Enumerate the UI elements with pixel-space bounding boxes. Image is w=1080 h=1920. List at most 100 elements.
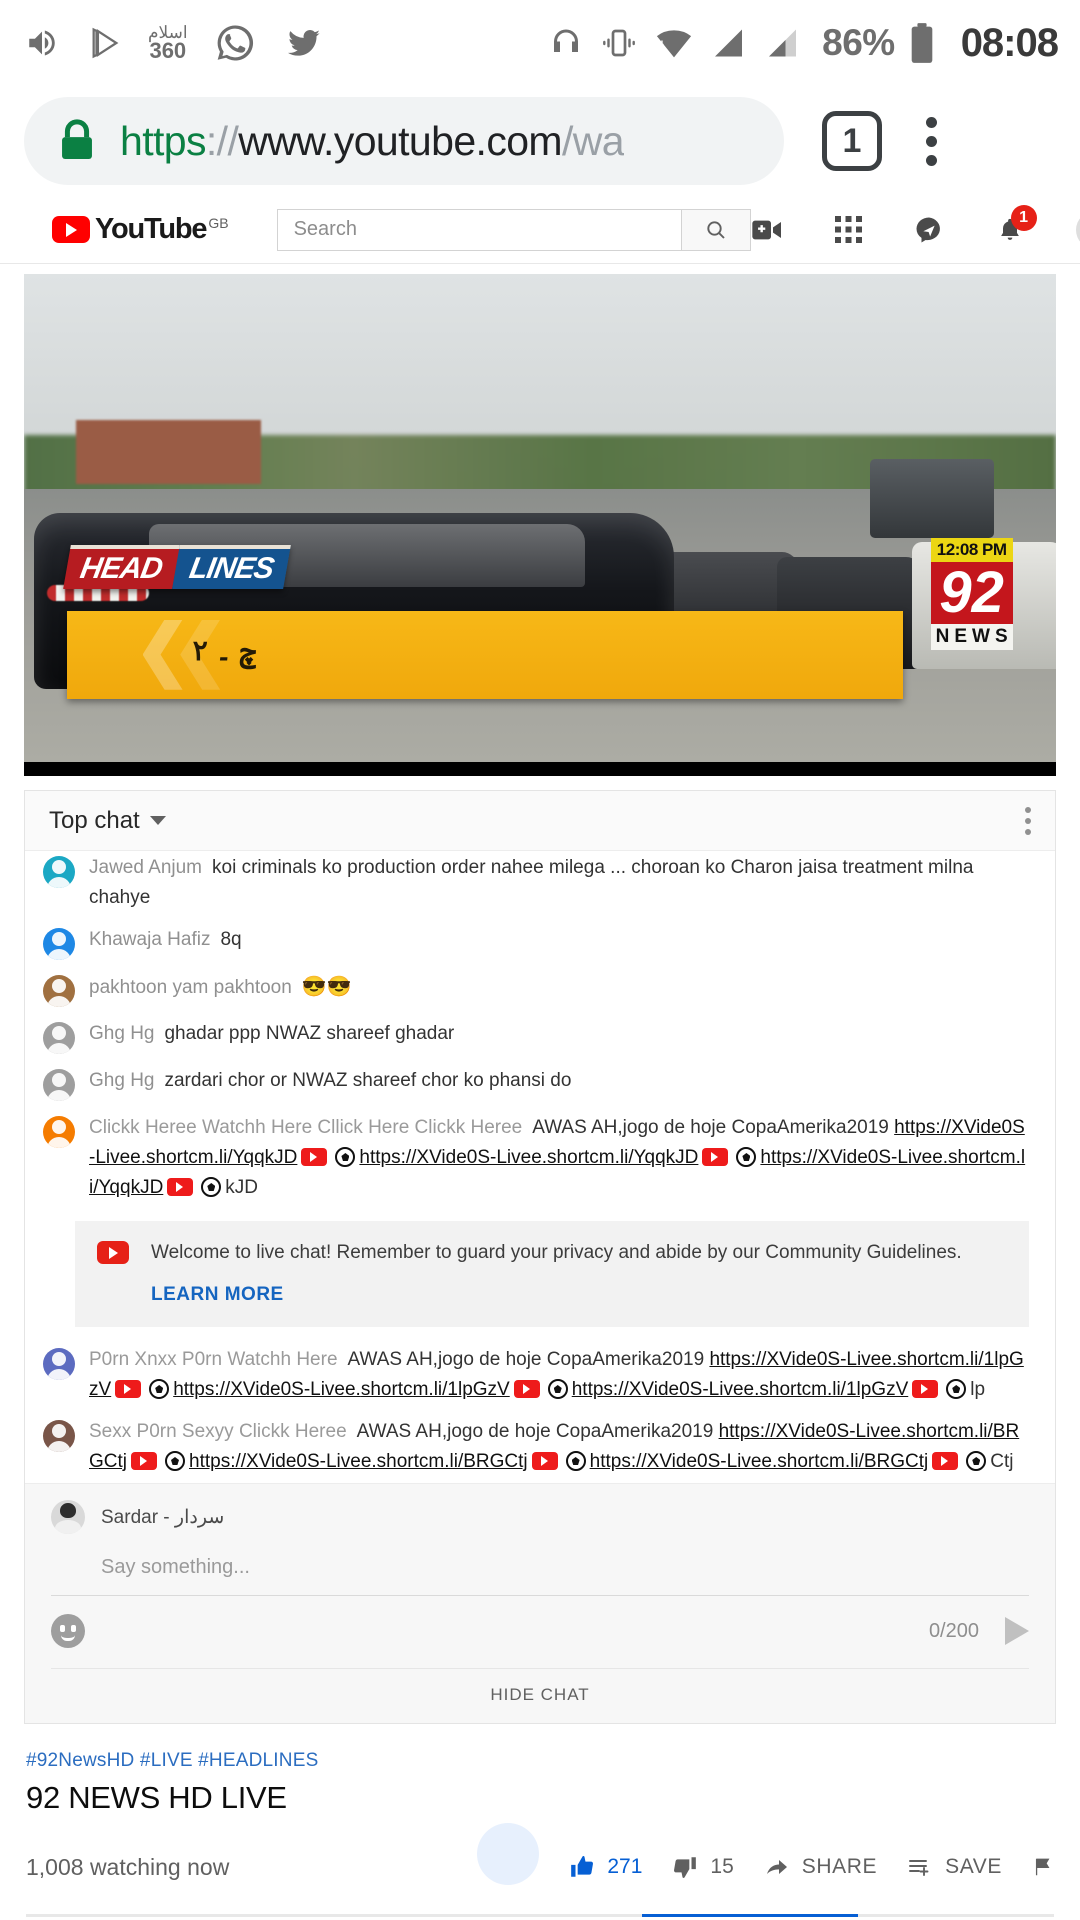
notifications-button[interactable]: 1 — [996, 204, 1037, 245]
chat-message-text: pakhtoon yam pakhtoon 😎😎 — [89, 972, 352, 1003]
wifi-icon — [657, 30, 692, 58]
search-input[interactable]: Search — [276, 208, 681, 251]
chat-message: Jawed Anjum koi criminals ko production o… — [25, 853, 1055, 919]
status-bar-clock: 08:08 — [960, 20, 1059, 65]
broadcaster-word: NEWS — [930, 623, 1013, 650]
chat-author[interactable]: Clickk Heree Watchh Here Cllick Here Cli… — [89, 1117, 522, 1138]
notification-badge: 1 — [1010, 204, 1037, 231]
messages-button[interactable] — [914, 215, 944, 245]
meta-divider — [26, 1914, 1054, 1917]
save-button[interactable]: SAVE — [907, 1855, 1002, 1879]
chat-message-text: Sexx P0rn Sexyy Clickk Heree AWAS AH,jogo… — [89, 1417, 1029, 1477]
live-chat-panel: Top chat Jawed Anjum koi criminals ko pro… — [24, 790, 1056, 1724]
chat-body: ghadar ppp NWAZ shareef ghadar — [164, 1023, 455, 1044]
kebab-dot — [1025, 817, 1031, 824]
football-chip-icon — [547, 1379, 568, 1399]
like-button[interactable]: 271 — [477, 1823, 642, 1898]
chat-message: Ghg Hg ghadar ppp NWAZ shareef ghadar — [25, 1013, 1055, 1060]
chat-message-spam: Clickk Heree Watchh Here Cllick Here Cli… — [25, 1107, 1055, 1209]
url-separator: :// — [205, 117, 239, 164]
chat-link[interactable]: https://XVide0S-Livee.shortcm.li/BRGCtj — [590, 1451, 929, 1472]
emoji-picker-button[interactable] — [51, 1614, 85, 1648]
url-bar[interactable]: https://www.youtube.com/wa — [24, 97, 784, 185]
account-avatar[interactable] — [1075, 210, 1080, 249]
chat-link[interactable]: e.shortcm.li/BRGCtj — [361, 1451, 528, 1472]
chevron-down-icon[interactable] — [149, 816, 166, 825]
kebab-dot — [926, 154, 937, 166]
kebab-dot — [1025, 806, 1031, 813]
learn-more-link[interactable]: LEARN MORE — [151, 1281, 962, 1309]
youtube-logo[interactable]: YouTube GB — [52, 215, 229, 244]
chat-input-placeholder: Say something... — [101, 1556, 250, 1578]
chat-author[interactable]: pakhtoon yam pakhtoon — [89, 977, 292, 998]
chat-link[interactable]: ttps://XVide0S-Livee.shortcm.li/YqqkJD — [370, 1147, 698, 1168]
chat-author[interactable]: Jawed Anjum — [89, 857, 202, 878]
chat-link[interactable]: h — [359, 1147, 370, 1168]
send-message-button[interactable] — [1005, 1617, 1029, 1645]
share-label: SHARE — [801, 1855, 878, 1878]
avatar — [43, 975, 75, 1007]
chat-body: 😎😎 — [301, 976, 352, 998]
chat-message-text: Ghg Hg ghadar ppp NWAZ shareef ghadar — [89, 1019, 454, 1049]
notice-body: Welcome to live chat! Remember to guard … — [151, 1242, 962, 1263]
volume-icon — [29, 30, 55, 56]
chat-message: Khawaja Hafiz 8q — [25, 919, 1055, 966]
like-highlight — [477, 1823, 540, 1885]
chat-author[interactable]: Ghg Hg — [89, 1070, 154, 1091]
android-status-bar: اسلام 360 86% 08:08 — [0, 0, 1080, 86]
search-area: Search — [276, 208, 751, 251]
whatsapp-icon — [217, 25, 253, 61]
chat-header: Top chat — [25, 791, 1055, 851]
like-ratio-bar — [642, 1914, 858, 1917]
chat-message-text: P0rn Xnxx P0rn Watchh Here AWAS AH,jogo d… — [89, 1345, 1029, 1405]
browser-menu-button[interactable] — [926, 116, 937, 166]
chat-link[interactable]: https://XVide0S-Livee. — [173, 1379, 361, 1400]
chat-author[interactable]: P0rn Xnxx P0rn Watchh Here — [89, 1349, 338, 1370]
chat-body: zardari chor or NWAZ shareef chor ko pha… — [164, 1070, 572, 1091]
chat-link[interactable]: https://XVide0S-Live — [189, 1451, 361, 1472]
youtube-chip-icon — [531, 1452, 558, 1470]
create-video-button[interactable] — [751, 217, 783, 243]
chat-link[interactable]: https://XVide0S-Livee.shortcm.li/1lpGzV — [572, 1379, 909, 1400]
news-ticker-bar: چ ۔ ۲ — [67, 610, 904, 699]
save-playlist-icon — [909, 1860, 929, 1876]
url-path: /wa — [561, 117, 624, 164]
report-button[interactable] — [1032, 1855, 1054, 1879]
chat-link[interactable]: shortcm.li/1lpGzV — [361, 1379, 510, 1400]
chat-message-text: Jawed Anjum koi criminals ko production o… — [89, 853, 1029, 913]
chat-input[interactable]: Say something... — [51, 1542, 1029, 1596]
chat-author[interactable]: Sexx P0rn Sexyy Clickk Heree — [89, 1421, 347, 1442]
battery-icon — [911, 23, 932, 63]
headlines-badge-head: HEAD — [63, 544, 181, 589]
chat-body-tail: lp — [970, 1379, 986, 1400]
chat-author[interactable]: Ghg Hg — [89, 1023, 154, 1044]
youtube-play-icon — [52, 216, 90, 243]
share-button[interactable]: SHARE — [764, 1855, 877, 1879]
football-chip-icon — [736, 1147, 757, 1167]
watching-count: 1,008 watching now — [26, 1853, 230, 1880]
broadcaster-number: 92 — [930, 561, 1013, 624]
battery-percent: 86% — [822, 22, 895, 63]
composer-username: Sardar - سردار — [101, 1506, 225, 1528]
headphones-icon — [554, 29, 579, 52]
football-chip-icon — [335, 1147, 356, 1167]
headlines-badge: HEAD LINES — [63, 544, 292, 589]
chat-author[interactable]: Khawaja Hafiz — [89, 929, 210, 950]
chat-body: AWAS AH,jogo de hoje CopaAmerika2019 — [532, 1117, 895, 1138]
url-scheme: https — [120, 117, 206, 164]
chat-message-list[interactable]: Jawed Anjum koi criminals ko production o… — [25, 851, 1055, 1483]
search-button[interactable] — [680, 208, 751, 251]
hide-chat-button[interactable]: HIDE CHAT — [51, 1668, 1029, 1723]
chat-message-text: Khawaja Hafiz 8q — [89, 925, 242, 955]
chat-options-button[interactable] — [1025, 806, 1031, 835]
dislike-button[interactable]: 15 — [672, 1854, 734, 1880]
youtube-chip-icon — [301, 1148, 328, 1166]
vibrate-icon — [603, 29, 636, 57]
avatar — [43, 1022, 75, 1054]
chat-mode-label[interactable]: Top chat — [49, 807, 140, 835]
video-player[interactable]: HEAD LINES چ ۔ ۲ 12:08 PM 92 NEWS — [24, 274, 1056, 776]
video-hashtags[interactable]: #92NewsHD #LIVE #HEADLINES — [26, 1750, 1054, 1772]
apps-grid-button[interactable] — [834, 216, 862, 243]
tab-count-button[interactable]: 1 — [822, 111, 882, 171]
broadcaster-logo: 12:08 PM 92 NEWS — [930, 537, 1013, 650]
